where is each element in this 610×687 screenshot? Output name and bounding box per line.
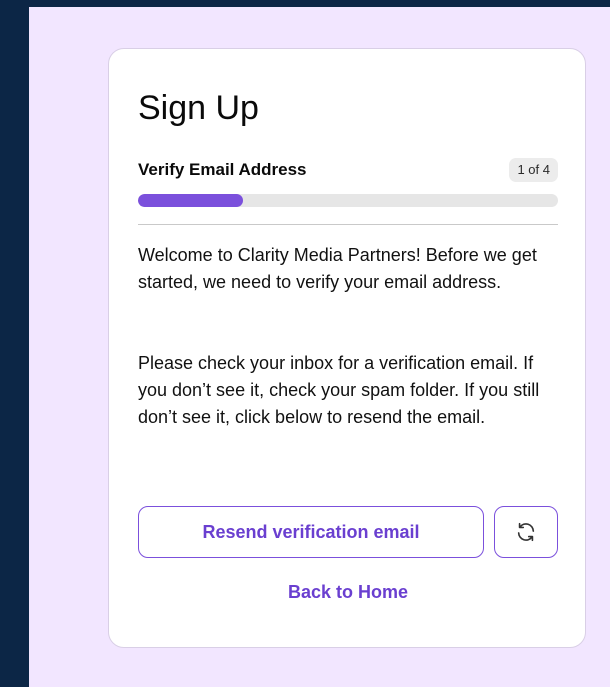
progress-bar (138, 194, 558, 207)
page-title: Sign Up (138, 89, 259, 127)
signup-card: Sign Up Verify Email Address 1 of 4 Welc… (108, 48, 586, 648)
step-header: Verify Email Address 1 of 4 (138, 158, 558, 182)
refresh-button[interactable] (494, 506, 558, 558)
step-counter-badge: 1 of 4 (509, 158, 558, 182)
step-title: Verify Email Address (138, 160, 307, 179)
instructions-text: Please check your inbox for a verificati… (138, 353, 540, 427)
welcome-text: Welcome to Clarity Media Partners! Befor… (138, 245, 537, 292)
refresh-icon (515, 521, 537, 543)
back-to-home-link[interactable]: Back to Home (138, 582, 558, 603)
divider (138, 224, 558, 225)
progress-bar-fill (138, 194, 243, 207)
resend-verification-button[interactable]: Resend verification email (138, 506, 484, 558)
page-background: Sign Up Verify Email Address 1 of 4 Welc… (29, 7, 610, 687)
